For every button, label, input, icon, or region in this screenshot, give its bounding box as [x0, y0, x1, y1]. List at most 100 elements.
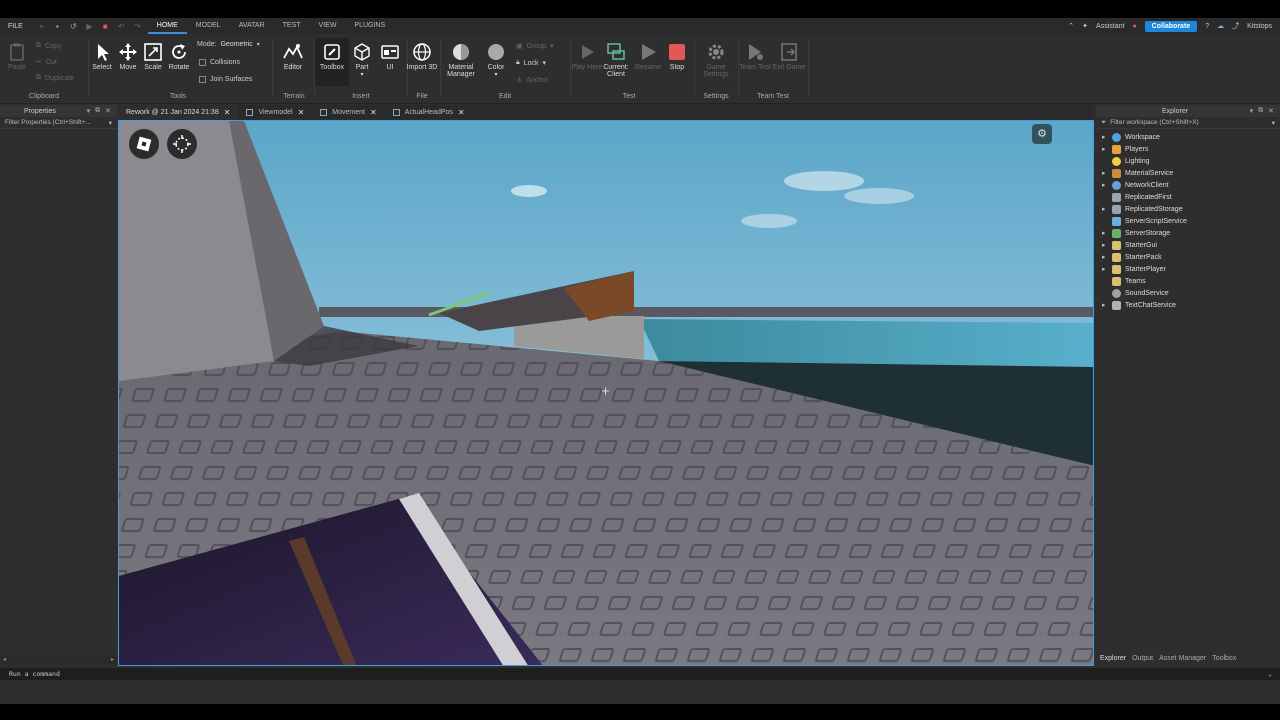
rotate-tool[interactable]: Rotate: [165, 42, 193, 71]
close-icon[interactable]: ✕: [105, 107, 111, 115]
mode-dropdown[interactable]: Geometric: [220, 41, 252, 48]
roblox-menu-button[interactable]: [129, 129, 159, 159]
collaborate-button[interactable]: Collaborate: [1144, 20, 1198, 32]
tab-view[interactable]: VIEW: [310, 18, 346, 34]
command-bar[interactable]: Run a command ⌄: [0, 668, 1280, 680]
scroll-right-icon[interactable]: ▸: [111, 656, 114, 663]
team-test-button[interactable]: Team Test: [738, 42, 772, 71]
move-tool[interactable]: Move: [114, 42, 142, 71]
tab-asset-manager[interactable]: Asset Manager: [1157, 652, 1208, 665]
expand-arrow-icon[interactable]: ▸: [1102, 229, 1112, 237]
tab-output[interactable]: Output: [1130, 652, 1155, 665]
expand-arrow-icon[interactable]: ▸: [1102, 169, 1112, 177]
expand-arrow-icon[interactable]: ▸: [1102, 181, 1112, 189]
current-client-button[interactable]: Current: Client: [599, 42, 633, 78]
notification-icon[interactable]: ●: [1132, 23, 1136, 30]
doc-tab-actualheadpos[interactable]: ActualHeadPos ✕: [385, 105, 473, 119]
undo-history-icon[interactable]: ↺: [69, 22, 78, 31]
tree-item-serverscriptservice[interactable]: ServerScriptService: [1096, 215, 1280, 227]
collapse-ribbon-icon[interactable]: ⌃: [1068, 22, 1074, 30]
properties-filter-input[interactable]: Filter Properties (Ctrl+Shift+...: [5, 119, 91, 126]
assistant-icon[interactable]: ✦: [1082, 22, 1088, 30]
tree-item-startergui[interactable]: ▸ StarterGui: [1096, 239, 1280, 251]
undock-icon[interactable]: ⧉: [95, 107, 100, 115]
explorer-filter-input[interactable]: Filter workspace (Ctrl+Shift+X): [1110, 119, 1199, 126]
tab-plugins[interactable]: PLUGINS: [345, 18, 394, 34]
tree-item-players[interactable]: ▸ Players: [1096, 143, 1280, 155]
doc-tab-viewmodel[interactable]: Viewmodel ✕: [238, 105, 312, 119]
material-manager-button[interactable]: Material Manager: [444, 42, 478, 78]
tree-item-serverstorage[interactable]: ▸ ServerStorage: [1096, 227, 1280, 239]
join-surfaces-checkbox[interactable]: [199, 76, 206, 83]
anchor-button[interactable]: ⚓︎ Anchor: [516, 76, 548, 85]
lock-button[interactable]: 🔒︎ Lock ▾: [516, 59, 546, 67]
paste-button[interactable]: Paste: [2, 42, 32, 71]
collisions-toggle[interactable]: Collisions: [199, 59, 240, 66]
close-icon[interactable]: ✕: [370, 108, 377, 117]
duplicate-button[interactable]: ⧉ Duplicate: [36, 74, 74, 82]
group-button[interactable]: ▣ Group ▾: [516, 42, 554, 51]
terrain-editor-button[interactable]: Editor: [276, 42, 310, 71]
user-name[interactable]: Kitstops: [1247, 23, 1272, 30]
chevron-down-icon[interactable]: ▾: [1272, 119, 1275, 127]
play-icon[interactable]: ▶: [85, 22, 94, 31]
camera-select-button[interactable]: [167, 129, 197, 159]
tab-home[interactable]: HOME: [147, 18, 187, 34]
chevron-down-icon[interactable]: ⌄: [1268, 670, 1272, 678]
doc-tab-place[interactable]: Rework @ 21 Jan 2024 21:38 ✕: [118, 105, 239, 119]
properties-scrollbar[interactable]: ◂ ▸: [0, 655, 117, 665]
exit-game-button[interactable]: Exit Game: [772, 42, 806, 71]
collisions-checkbox[interactable]: [199, 59, 206, 66]
tree-item-lighting[interactable]: Lighting: [1096, 155, 1280, 167]
doc-tab-movement[interactable]: Movement ✕: [312, 105, 384, 119]
stop-icon[interactable]: ■: [101, 22, 110, 31]
ui-button[interactable]: UI: [373, 42, 407, 71]
tab-model[interactable]: MODEL: [187, 18, 230, 34]
redo-icon[interactable]: ↷: [133, 22, 142, 31]
select-tool[interactable]: Select: [88, 42, 116, 71]
toolbox-button[interactable]: Toolbox: [315, 38, 349, 86]
close-icon[interactable]: ✕: [298, 108, 305, 117]
close-icon[interactable]: ✕: [458, 108, 465, 117]
chevron-down-icon[interactable]: ▾: [87, 107, 91, 115]
tab-test[interactable]: TEST: [274, 18, 310, 34]
tree-item-teams[interactable]: Teams: [1096, 275, 1280, 287]
game-settings-button[interactable]: Game Settings: [699, 42, 733, 78]
import-3d-button[interactable]: Import 3D: [405, 42, 439, 71]
expand-arrow-icon[interactable]: ▸: [1102, 145, 1112, 153]
undock-icon[interactable]: ⧉: [1258, 107, 1263, 115]
open-file-icon[interactable]: ▪: [53, 22, 62, 31]
expand-arrow-icon[interactable]: ▸: [1102, 301, 1112, 309]
stop-button[interactable]: Stop: [660, 42, 694, 71]
tree-item-workspace[interactable]: ▸ Workspace: [1096, 131, 1280, 143]
expand-arrow-icon[interactable]: ▸: [1102, 205, 1112, 213]
scale-tool[interactable]: Scale: [139, 42, 167, 71]
tree-item-replicatedfirst[interactable]: ReplicatedFirst: [1096, 191, 1280, 203]
3d-viewport[interactable]: ⚙: [118, 120, 1094, 666]
share-icon[interactable]: ⤴: [1232, 21, 1239, 31]
expand-arrow-icon[interactable]: ▸: [1102, 241, 1112, 249]
help-icon[interactable]: ?: [1205, 23, 1209, 30]
cut-button[interactable]: ✂ Cut: [36, 58, 57, 67]
join-surfaces-toggle[interactable]: Join Surfaces: [199, 76, 252, 83]
color-button[interactable]: Color ▾: [479, 42, 513, 78]
tab-explorer[interactable]: Explorer: [1098, 652, 1128, 665]
tree-item-soundservice[interactable]: SoundService: [1096, 287, 1280, 299]
tree-item-materialservice[interactable]: ▸ MaterialService: [1096, 167, 1280, 179]
assistant-button[interactable]: Assistant: [1096, 23, 1124, 30]
cloud-icon[interactable]: ☁: [1217, 22, 1224, 30]
properties-filter[interactable]: Filter Properties (Ctrl+Shift+... ▾: [0, 117, 117, 129]
tree-item-starterplayer[interactable]: ▸ StarterPlayer: [1096, 263, 1280, 275]
expand-arrow-icon[interactable]: ▸: [1102, 253, 1112, 261]
copy-button[interactable]: ⧉ Copy: [36, 42, 61, 50]
tree-item-textchatservice[interactable]: ▸ TextChatService: [1096, 299, 1280, 311]
new-file-icon[interactable]: ▫: [37, 22, 46, 31]
undo-icon[interactable]: ↶: [117, 22, 126, 31]
chevron-down-icon[interactable]: ▾: [109, 119, 112, 127]
close-icon[interactable]: ✕: [1268, 107, 1274, 115]
chevron-down-icon[interactable]: ▾: [1250, 107, 1254, 115]
menu-file[interactable]: FILE: [0, 23, 31, 30]
tree-item-networkclient[interactable]: ▸ NetworkClient: [1096, 179, 1280, 191]
scroll-left-icon[interactable]: ◂: [3, 656, 6, 663]
tree-item-starterpack[interactable]: ▸ StarterPack: [1096, 251, 1280, 263]
